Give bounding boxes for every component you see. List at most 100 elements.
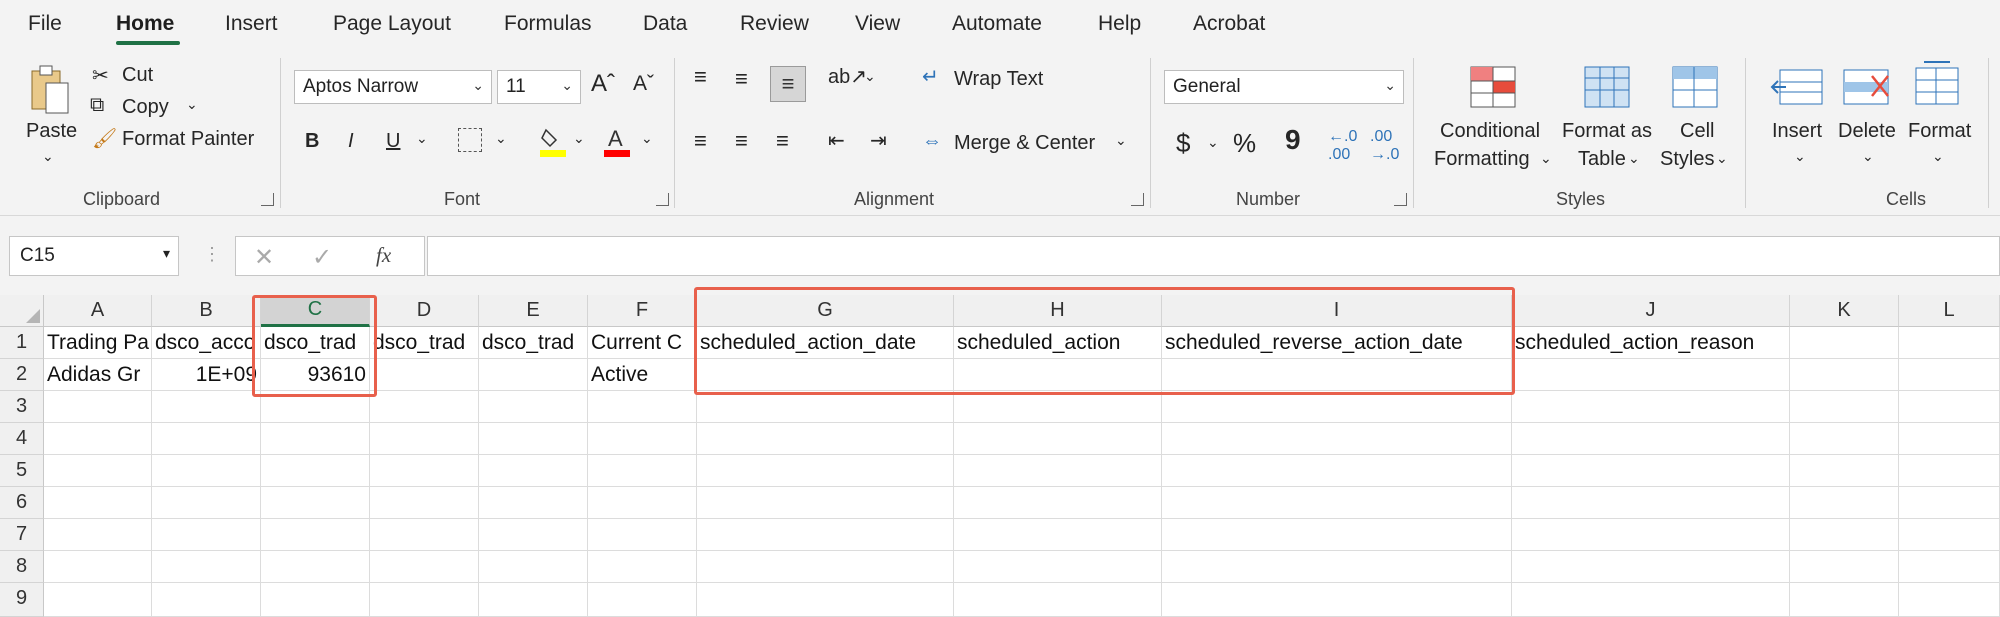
cell-f4[interactable]: [588, 423, 697, 455]
cell-j3[interactable]: [1512, 391, 1790, 423]
cell-k5[interactable]: [1790, 455, 1899, 487]
cell-d7[interactable]: [370, 519, 479, 551]
cell-b9[interactable]: [152, 583, 261, 617]
font-launcher-icon[interactable]: [656, 193, 669, 206]
column-header-g[interactable]: G: [697, 295, 954, 327]
increase-font-icon[interactable]: Aˆ: [591, 70, 615, 98]
cell-a5[interactable]: [44, 455, 152, 487]
cell-f8[interactable]: [588, 551, 697, 583]
name-box-chevron-icon[interactable]: ▾: [163, 245, 170, 262]
column-header-c[interactable]: C: [261, 295, 370, 327]
menu-automate[interactable]: Automate: [952, 12, 1042, 36]
column-header-h[interactable]: H: [954, 295, 1162, 327]
cell-j1[interactable]: scheduled_action_reason: [1512, 327, 1790, 359]
insert-chevron-icon[interactable]: ⌄: [1794, 148, 1806, 165]
cell-j9[interactable]: [1512, 583, 1790, 617]
decrease-indent-icon[interactable]: ⇤: [828, 128, 845, 153]
cell-styles-chevron-icon[interactable]: ⌄: [1716, 150, 1728, 167]
cell-d4[interactable]: [370, 423, 479, 455]
menu-page-layout[interactable]: Page Layout: [333, 12, 451, 36]
cell-a9[interactable]: [44, 583, 152, 617]
decrease-decimal-icon[interactable]: .00 →.0: [1370, 128, 1399, 164]
cell-i5[interactable]: [1162, 455, 1512, 487]
cell-h5[interactable]: [954, 455, 1162, 487]
cell-d8[interactable]: [370, 551, 479, 583]
column-header-l[interactable]: L: [1899, 295, 2000, 327]
insert-function-icon[interactable]: fx: [376, 243, 391, 268]
column-header-j[interactable]: J: [1512, 295, 1790, 327]
cell-c6[interactable]: [261, 487, 370, 519]
column-header-k[interactable]: K: [1790, 295, 1899, 327]
row-header-9[interactable]: 9: [0, 583, 44, 617]
menu-formulas[interactable]: Formulas: [504, 12, 592, 36]
cell-f5[interactable]: [588, 455, 697, 487]
clipboard-launcher-icon[interactable]: [261, 193, 274, 206]
cell-c9[interactable]: [261, 583, 370, 617]
cell-j6[interactable]: [1512, 487, 1790, 519]
cell-e7[interactable]: [479, 519, 588, 551]
cell-d3[interactable]: [370, 391, 479, 423]
orientation-chevron-icon[interactable]: ⌄: [864, 68, 876, 85]
cell-k2[interactable]: [1790, 359, 1899, 391]
cut-icon[interactable]: ✂: [92, 63, 109, 88]
row-header-5[interactable]: 5: [0, 455, 44, 487]
row-header-4[interactable]: 4: [0, 423, 44, 455]
cell-a4[interactable]: [44, 423, 152, 455]
name-box[interactable]: C15 ▾: [9, 236, 179, 276]
cell-k1[interactable]: [1790, 327, 1899, 359]
cell-e2[interactable]: [479, 359, 588, 391]
cell-e1[interactable]: dsco_trad: [479, 327, 588, 359]
menu-acrobat[interactable]: Acrobat: [1193, 12, 1265, 36]
currency-chevron-icon[interactable]: ⌄: [1207, 134, 1219, 151]
cell-b5[interactable]: [152, 455, 261, 487]
cell-g3[interactable]: [697, 391, 954, 423]
cut-button[interactable]: Cut: [122, 64, 153, 87]
row-header-8[interactable]: 8: [0, 551, 44, 583]
paste-chevron-icon[interactable]: ⌄: [42, 148, 54, 165]
cell-l4[interactable]: [1899, 423, 2000, 455]
cell-c3[interactable]: [261, 391, 370, 423]
currency-button[interactable]: $: [1176, 128, 1190, 159]
format-table-chevron-icon[interactable]: ⌄: [1628, 150, 1640, 167]
paste-button[interactable]: Paste: [26, 120, 77, 143]
cell-b8[interactable]: [152, 551, 261, 583]
cell-b3[interactable]: [152, 391, 261, 423]
format-as-table-button[interactable]: Format as: [1562, 120, 1652, 143]
column-header-b[interactable]: B: [152, 295, 261, 327]
cell-i9[interactable]: [1162, 583, 1512, 617]
alignment-launcher-icon[interactable]: [1131, 193, 1144, 206]
borders-chevron-icon[interactable]: ⌄: [495, 130, 507, 147]
cell-l1[interactable]: [1899, 327, 2000, 359]
cell-f6[interactable]: [588, 487, 697, 519]
cell-g2[interactable]: [697, 359, 954, 391]
format-as-table-icon[interactable]: [1584, 66, 1630, 108]
cell-g9[interactable]: [697, 583, 954, 617]
percent-button[interactable]: %: [1233, 128, 1256, 159]
font-name-select[interactable]: Aptos Narrow ⌄: [294, 70, 492, 104]
cell-l8[interactable]: [1899, 551, 2000, 583]
comma-style-button[interactable]: 9: [1285, 124, 1301, 156]
cell-f1[interactable]: Current C: [588, 327, 697, 359]
cell-l6[interactable]: [1899, 487, 2000, 519]
cell-h9[interactable]: [954, 583, 1162, 617]
cell-b6[interactable]: [152, 487, 261, 519]
menu-file[interactable]: File: [28, 12, 62, 36]
cancel-icon[interactable]: ✕: [254, 243, 274, 272]
cell-g5[interactable]: [697, 455, 954, 487]
cell-h6[interactable]: [954, 487, 1162, 519]
cell-k4[interactable]: [1790, 423, 1899, 455]
cell-d9[interactable]: [370, 583, 479, 617]
copy-chevron-icon[interactable]: ⌄: [186, 96, 198, 113]
increase-indent-icon[interactable]: ⇥: [870, 128, 887, 153]
format-button[interactable]: Format: [1908, 120, 1971, 143]
column-header-i[interactable]: I: [1162, 295, 1512, 327]
cell-i4[interactable]: [1162, 423, 1512, 455]
fill-color-chevron-icon[interactable]: ⌄: [573, 130, 585, 147]
cell-j8[interactable]: [1512, 551, 1790, 583]
cell-h2[interactable]: [954, 359, 1162, 391]
column-header-f[interactable]: F: [588, 295, 697, 327]
row-header-2[interactable]: 2: [0, 359, 44, 391]
cell-j5[interactable]: [1512, 455, 1790, 487]
insert-button[interactable]: Insert: [1772, 120, 1822, 143]
cell-f7[interactable]: [588, 519, 697, 551]
